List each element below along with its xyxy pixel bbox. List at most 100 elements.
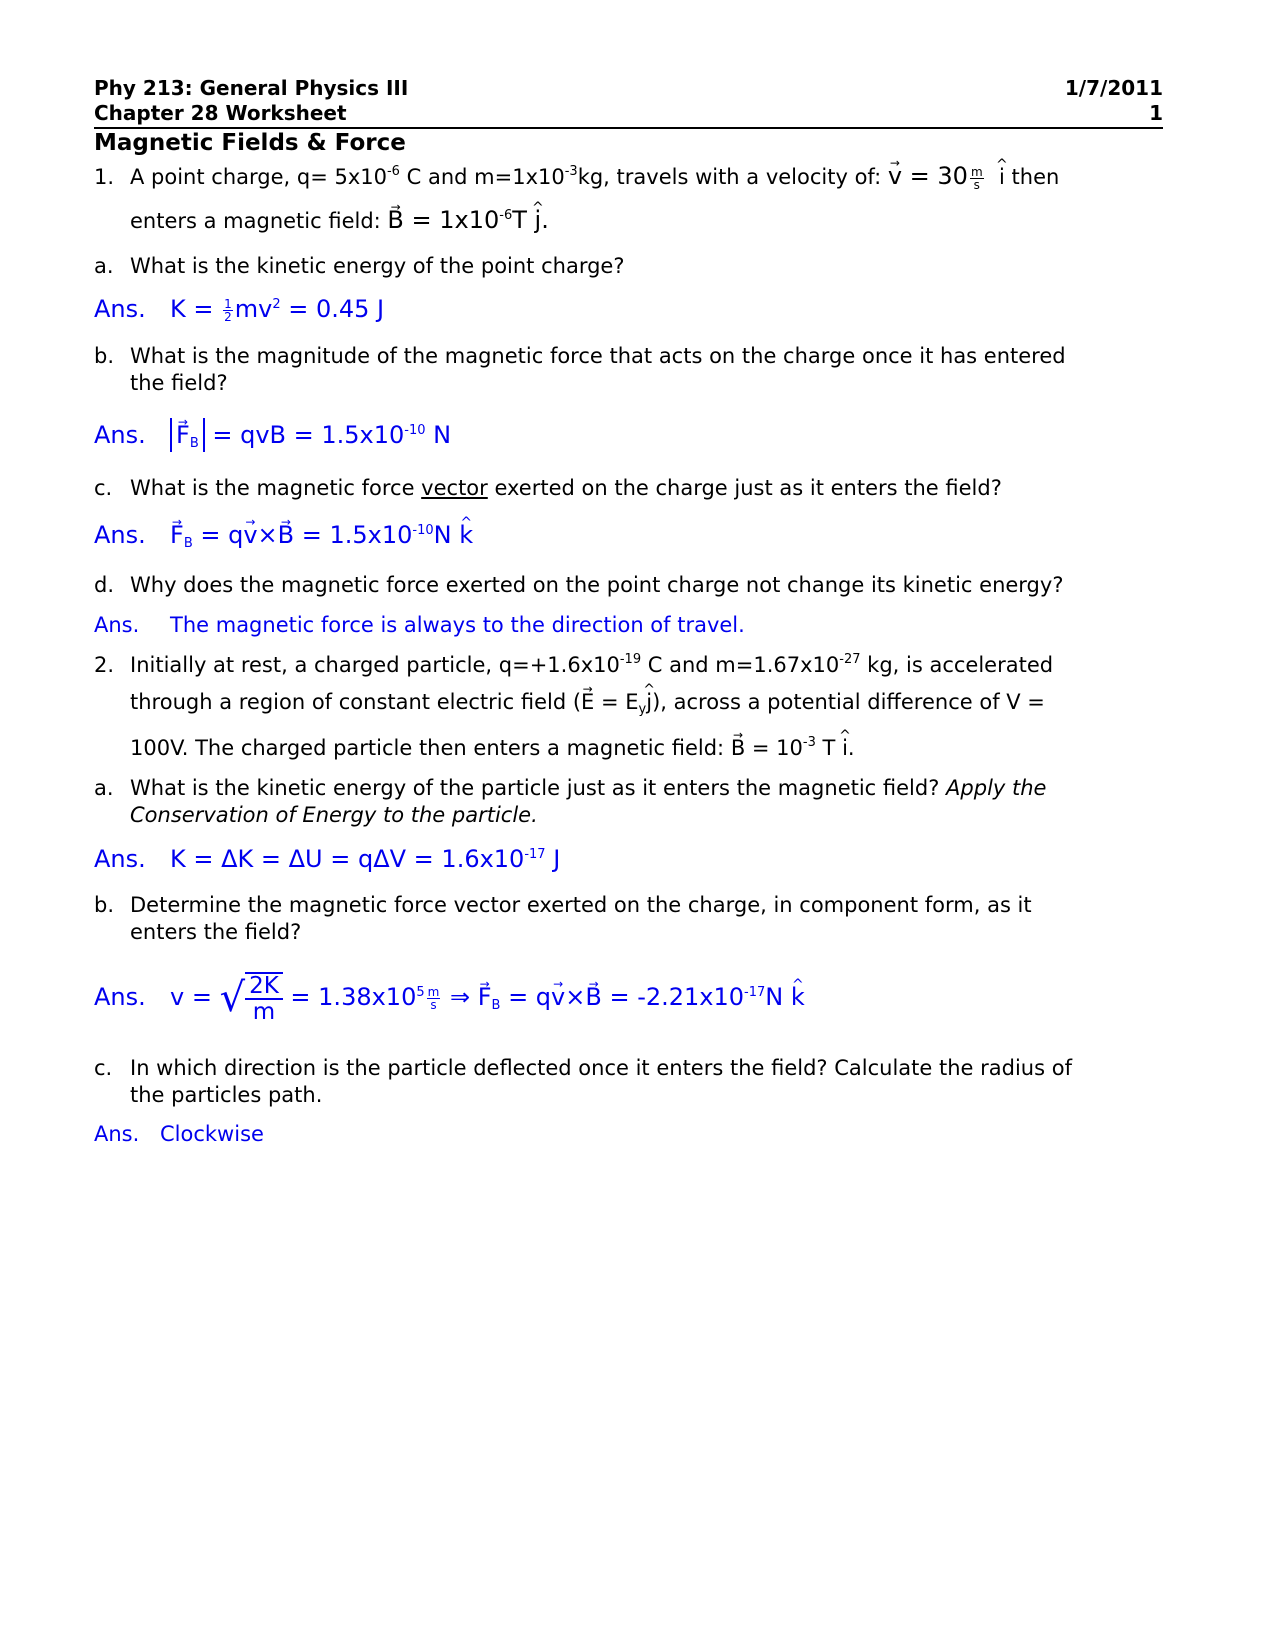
- e-field-vector-symbol: E: [581, 689, 594, 716]
- numerator: m: [426, 984, 441, 999]
- exponent: -6: [386, 164, 400, 179]
- text: K = ΔK = ΔU = qΔV = 1.6x10: [170, 845, 525, 873]
- question-1b-line-1: b. What is the magnitude of the magnetic …: [94, 343, 1163, 370]
- question-2b-line-1: b. Determine the magnetic force vector ex…: [94, 892, 1163, 919]
- exponent: -6: [499, 208, 513, 223]
- answer-1c: Ans.FB = qv×B = 1.5x10-10N k: [94, 521, 1163, 551]
- text: 100V. The charged particle then enters a…: [130, 736, 731, 760]
- question-1c: c. What is the magnetic force vector exer…: [94, 475, 1163, 502]
- answer-1b: Ans. FB = qvB = 1.5x10-10 N: [94, 418, 1163, 452]
- exponent: -17: [524, 847, 546, 862]
- denominator: 2: [224, 309, 232, 324]
- text: N: [765, 983, 791, 1011]
- question-text: What is the kinetic energy of the point …: [130, 254, 625, 278]
- problem-2-line-3: 100V. The charged particle then enters a…: [130, 735, 1163, 762]
- text: = E: [594, 690, 639, 714]
- text: = 1x10: [403, 206, 500, 234]
- text: = qvB = 1.5x10: [204, 421, 405, 449]
- question-2b-line-2: enters the field?: [130, 920, 302, 944]
- cross-product: ×: [565, 983, 586, 1011]
- text: mv: [234, 295, 273, 323]
- exponent: 2: [272, 297, 281, 312]
- part-label: a.: [94, 776, 114, 800]
- unit-vector-i: i: [999, 164, 1005, 191]
- denominator: m: [252, 999, 276, 1025]
- text: = q: [500, 983, 552, 1011]
- header-divider: [94, 127, 1163, 129]
- part-label: d.: [94, 573, 115, 597]
- part-label: a.: [94, 254, 114, 278]
- part-label: b.: [94, 893, 115, 917]
- exponent: -3: [802, 735, 816, 750]
- header-row-2: Chapter 28 Worksheet 1: [94, 101, 1163, 125]
- force-vector-symbol: F: [478, 970, 492, 1024]
- question-1d: d. Why does the magnetic force exerted on…: [94, 572, 1163, 599]
- exponent: -10: [412, 523, 434, 538]
- b-field-vector-symbol: B: [585, 970, 601, 1024]
- text: Initially at rest, a charged particle, q…: [130, 653, 620, 677]
- part-label: c.: [94, 476, 113, 500]
- unit-vector-i: i: [842, 735, 848, 762]
- page-number: 1: [1149, 101, 1163, 125]
- unit-vector-k: k: [459, 522, 473, 549]
- question-text: exerted on the charge just as it enters …: [487, 476, 1002, 500]
- text: v =: [170, 983, 220, 1011]
- header-row-1: Phy 213: General Physics III 1/7/2011: [94, 76, 1163, 100]
- cross-product: ×: [257, 521, 278, 549]
- part-label: b.: [94, 344, 115, 368]
- exponent: -19: [619, 652, 642, 667]
- answer-label: Ans.: [94, 1122, 140, 1146]
- answer-2a: Ans. K = ΔK = ΔU = qΔV = 1.6x10-17 J: [94, 846, 1163, 873]
- text: = 0.45 J: [280, 295, 385, 323]
- radical-sign: √: [219, 975, 246, 1021]
- answer-label: Ans.: [94, 983, 146, 1011]
- b-field-vector-symbol: B: [731, 735, 745, 762]
- section-title: Magnetic Fields & Force: [94, 130, 406, 156]
- text: = 1.5x10: [294, 521, 413, 549]
- underlined-word: vector: [421, 476, 488, 500]
- text: kg, is accelerated: [860, 653, 1054, 677]
- exponent: 5: [416, 985, 425, 1000]
- part-label: c.: [94, 1056, 113, 1080]
- radicand-fraction: 2K m: [245, 972, 283, 1024]
- unit-fraction: ms: [426, 984, 441, 1011]
- answer-label: Ans.: [94, 421, 146, 449]
- text: C and m=1x10: [399, 165, 565, 189]
- problem-number: 2.: [94, 653, 115, 677]
- b-field-vector-symbol: B: [387, 207, 403, 234]
- text: A point charge, q= 5x10: [130, 165, 387, 189]
- magnitude-bars: FB: [170, 418, 205, 452]
- text: = q: [192, 521, 244, 549]
- subscript: B: [183, 536, 193, 551]
- question-2a-line-1: a. What is the kinetic energy of the part…: [94, 775, 1163, 802]
- text: = 1.38x10: [282, 983, 417, 1011]
- text: K =: [170, 295, 222, 323]
- question-text: Determine the magnetic force vector exer…: [130, 893, 1032, 917]
- problem-2-line-2: through a region of constant electric fi…: [130, 689, 1163, 716]
- question-2a-line-2: Conservation of Energy to the particle.: [130, 803, 538, 827]
- answer-label: Ans.: [94, 521, 146, 549]
- answer-label: Ans.: [94, 845, 146, 873]
- unit-vector-j: j: [646, 689, 652, 716]
- answer-2b: Ans.v = √2Km = 1.38x105ms ⇒ FB = qv×B = …: [94, 970, 1163, 1024]
- numerator: 2K: [245, 974, 283, 1000]
- course-title: Phy 213: General Physics III: [94, 76, 409, 100]
- problem-1-line-2: enters a magnetic field: B = 1x10-6T j.: [130, 207, 1163, 235]
- question-1b-line-2: the field?: [130, 371, 228, 395]
- answer-2c: Ans. Clockwise: [94, 1121, 1163, 1148]
- square-root: √ 2K m: [220, 972, 283, 1024]
- answer-1a: Ans. K = 1 2 mv2 = 0.45 J: [94, 296, 1163, 323]
- question-text: Why does the magnetic force exerted on t…: [130, 573, 1064, 597]
- text: enters a magnetic field:: [130, 209, 388, 233]
- question-2c-line-2: the particles path.: [130, 1083, 323, 1107]
- worksheet-title: Chapter 28 Worksheet: [94, 101, 347, 125]
- text: kg, travels with a velocity of:: [577, 165, 888, 189]
- numerator: 1: [223, 296, 233, 311]
- question-text: What is the kinetic energy of the partic…: [130, 776, 947, 800]
- velocity-vector-symbol: v: [243, 522, 257, 549]
- answer-label: Ans.: [94, 613, 140, 637]
- force-vector-symbol: F: [170, 522, 184, 549]
- exponent: -3: [564, 164, 578, 179]
- denominator: s: [973, 177, 980, 192]
- text: ), across a potential difference of V =: [652, 690, 1045, 714]
